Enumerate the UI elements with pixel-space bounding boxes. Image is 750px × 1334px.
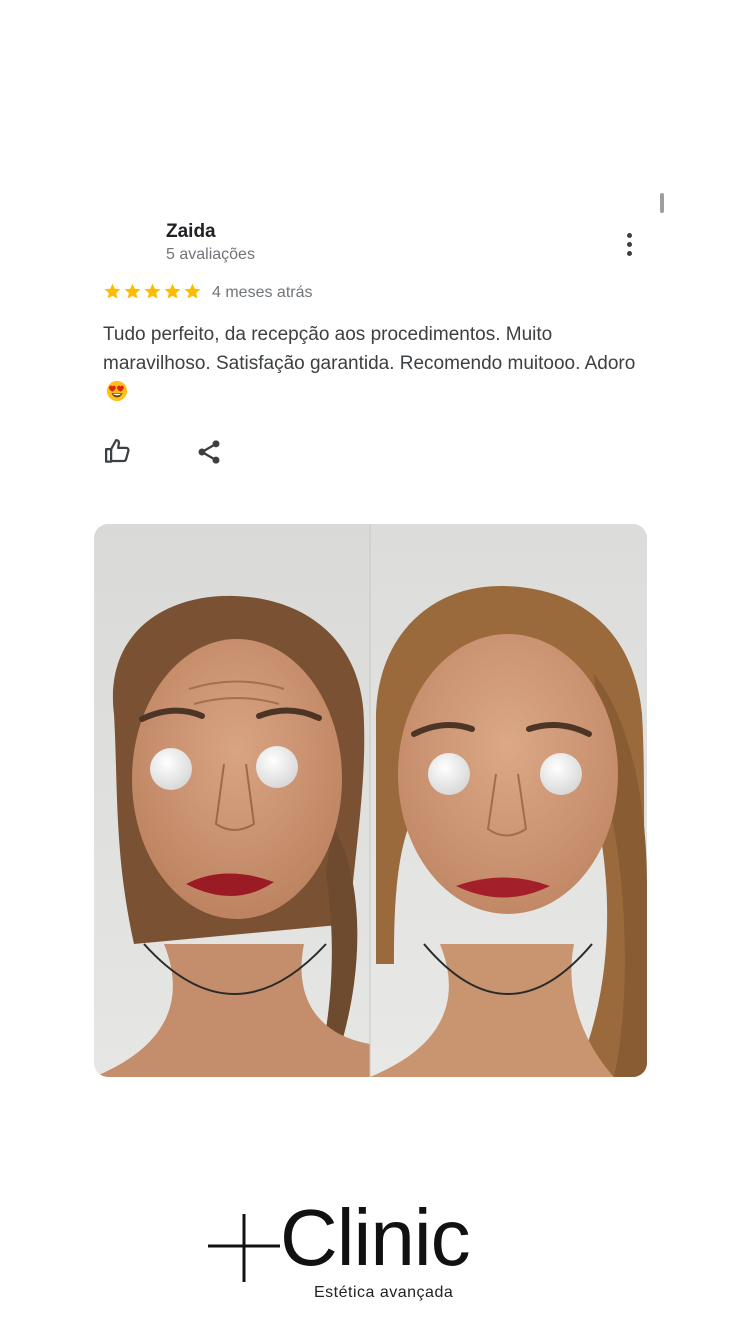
more-vertical-icon — [626, 232, 632, 238]
star-rating — [103, 282, 202, 301]
thumbs-up-icon[interactable] — [103, 436, 133, 466]
before-after-photo[interactable] — [94, 524, 647, 1077]
scrollbar[interactable] — [660, 193, 664, 213]
heart-eyes-emoji — [106, 380, 128, 402]
star-icon — [164, 283, 181, 299]
star-icon — [124, 283, 141, 299]
star-icon — [104, 283, 121, 299]
reviewer-name[interactable]: Zaida — [166, 221, 216, 243]
brand-name: Clinic — [280, 1193, 471, 1282]
star-icon — [144, 283, 161, 299]
brand-tagline: Estética avançada — [314, 1284, 454, 1301]
avatar[interactable] — [104, 220, 152, 268]
review-text-body: Tudo perfeito, da recepção aos procedime… — [103, 324, 636, 374]
more-vertical-icon-dot — [626, 241, 632, 247]
review-date: 4 meses atrás — [212, 284, 313, 301]
more-vertical-icon-dot — [626, 250, 632, 256]
plus-icon — [208, 1214, 280, 1282]
before-after-photo-illustration — [94, 524, 647, 1077]
star-icon — [184, 283, 201, 299]
reviewer-review-count: 5 avaliações — [166, 246, 255, 263]
review-text: Tudo perfeito, da recepção aos procedime… — [103, 320, 643, 407]
share-icon[interactable] — [195, 438, 223, 466]
brand-logo: Clinic Estética avançada — [208, 1198, 508, 1304]
more-options-button[interactable] — [614, 228, 644, 260]
